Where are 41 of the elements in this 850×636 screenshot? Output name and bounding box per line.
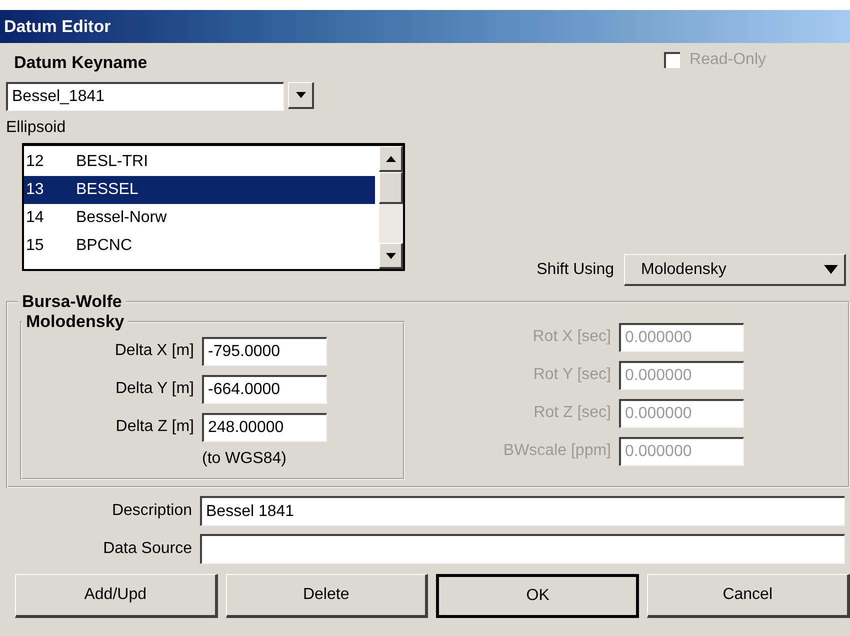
- dialog-button[interactable]: Add/Upd: [15, 574, 218, 618]
- data-source-field[interactable]: [200, 534, 845, 564]
- shift-using-label: Shift Using: [536, 261, 614, 279]
- group-title: Bursa-Wolfe: [21, 292, 123, 312]
- field-label: Delta X [m]: [114, 342, 194, 360]
- scrollbar[interactable]: [379, 146, 403, 269]
- caret-icon: [296, 92, 306, 98]
- input-field[interactable]: -664.0000: [202, 374, 327, 404]
- window-title: Datum Editor: [4, 16, 111, 36]
- down-arrow-icon: [386, 252, 396, 258]
- shift-using-dropdown[interactable]: Molodensky: [624, 254, 846, 286]
- ellipsoid-list[interactable]: 12 BESL-TRI 13 BESSEL 14 Bessel-Norw 15 BPCNC: [22, 143, 405, 271]
- dropdown-button[interactable]: [288, 82, 314, 109]
- note-text: (to WGS84): [202, 450, 286, 468]
- list-item[interactable]: 14 Bessel-Norw: [24, 204, 375, 232]
- list-item[interactable]: 15 BPCNC: [24, 232, 375, 260]
- scroll-thumb[interactable]: [379, 172, 403, 204]
- field-label: Rot Y [sec]: [532, 366, 611, 384]
- list-item[interactable]: 13 BESSEL: [24, 176, 375, 204]
- description-label: Description: [110, 502, 192, 520]
- field-label: Delta Z [m]: [114, 418, 194, 436]
- up-arrow-icon: [386, 156, 396, 162]
- field-label: BWscale [ppm]: [502, 442, 611, 460]
- datum-keyname-field[interactable]: Bessel_1841: [6, 82, 284, 111]
- input-field[interactable]: -795.0000: [202, 336, 327, 366]
- scroll-up-button[interactable]: [379, 146, 403, 172]
- datum-keyname-label: Datum Keyname: [14, 53, 148, 73]
- scroll-down-button[interactable]: [379, 243, 403, 269]
- caret-icon: [824, 265, 838, 274]
- field-label: Delta Y [m]: [114, 380, 194, 398]
- group-title: Molodensky: [25, 312, 126, 332]
- input-field[interactable]: 248.00000: [202, 412, 327, 442]
- field-label: Rot Z [sec]: [532, 404, 611, 422]
- dialog-button[interactable]: Cancel: [647, 574, 850, 618]
- description-field[interactable]: Bessel 1841: [200, 496, 845, 526]
- ellipsoid-label: Ellipsoid: [6, 119, 67, 137]
- dialog-button[interactable]: OK: [436, 574, 640, 618]
- dialog-button[interactable]: Delete: [226, 574, 428, 618]
- data-source-label: Data Source: [102, 540, 192, 558]
- list-item[interactable]: 12 BESL-TRI: [24, 148, 375, 176]
- field-label: Rot X [sec]: [532, 328, 611, 346]
